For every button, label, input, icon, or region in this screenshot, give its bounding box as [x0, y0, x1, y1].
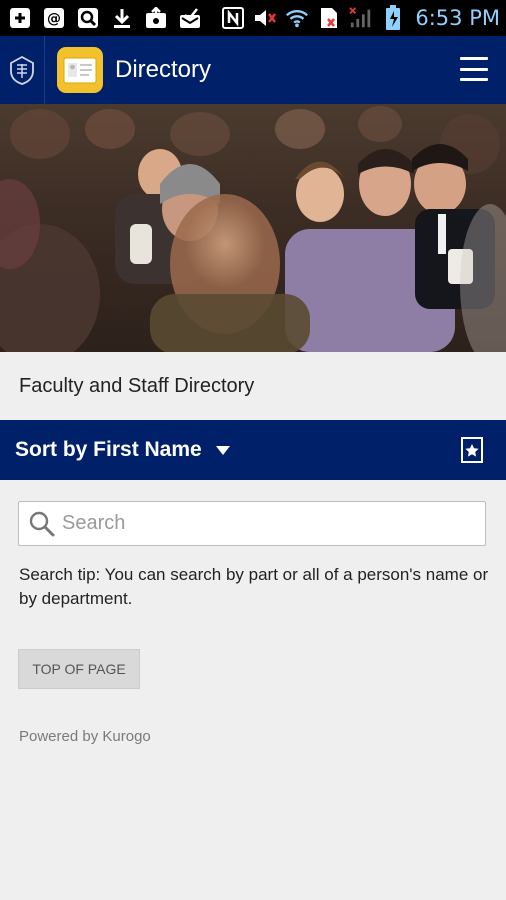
directory-module-icon — [57, 47, 103, 93]
bookmarks-icon[interactable] — [460, 436, 484, 464]
search-icon — [29, 511, 55, 536]
at-sign-icon: @ — [42, 7, 66, 29]
powered-by-text: Powered by Kurogo — [19, 728, 151, 745]
sort-label[interactable]: Sort by First Name — [15, 438, 202, 462]
muted-volume-icon — [253, 7, 277, 29]
home-crest-button[interactable] — [0, 36, 45, 104]
hero-banner-image — [0, 104, 506, 352]
svg-text:@: @ — [47, 11, 61, 27]
clock: 6:53 PM — [415, 6, 500, 30]
search-input[interactable] — [62, 512, 462, 535]
page-heading: Faculty and Staff Directory — [0, 352, 506, 420]
notification-icons: @ — [0, 7, 202, 29]
sort-dropdown-icon[interactable] — [215, 445, 230, 455]
signal-icon — [349, 7, 373, 29]
wifi-icon — [285, 7, 309, 29]
no-sim-icon — [317, 7, 341, 29]
battery-charging-icon — [381, 5, 405, 30]
top-of-page-button[interactable]: TOP OF PAGE — [18, 649, 140, 689]
mail-check-icon — [178, 7, 202, 29]
status-bar: @ 6:53 PM — [0, 0, 506, 36]
photo-upload-icon — [144, 7, 168, 29]
search-box[interactable] — [18, 501, 486, 546]
hamburger-menu-icon[interactable] — [460, 57, 488, 81]
nfc-icon — [221, 7, 245, 29]
system-icons: 6:53 PM — [221, 0, 500, 36]
screenshot-icon — [76, 7, 100, 29]
university-crest-icon — [10, 55, 34, 85]
app-title: Directory — [115, 56, 212, 83]
download-icon — [110, 7, 134, 29]
add-box-icon — [8, 7, 32, 29]
sort-bar[interactable]: Sort by First Name — [0, 420, 506, 480]
app-bar: Directory — [0, 36, 506, 104]
search-tip: Search tip: You can search by part or al… — [19, 565, 489, 608]
